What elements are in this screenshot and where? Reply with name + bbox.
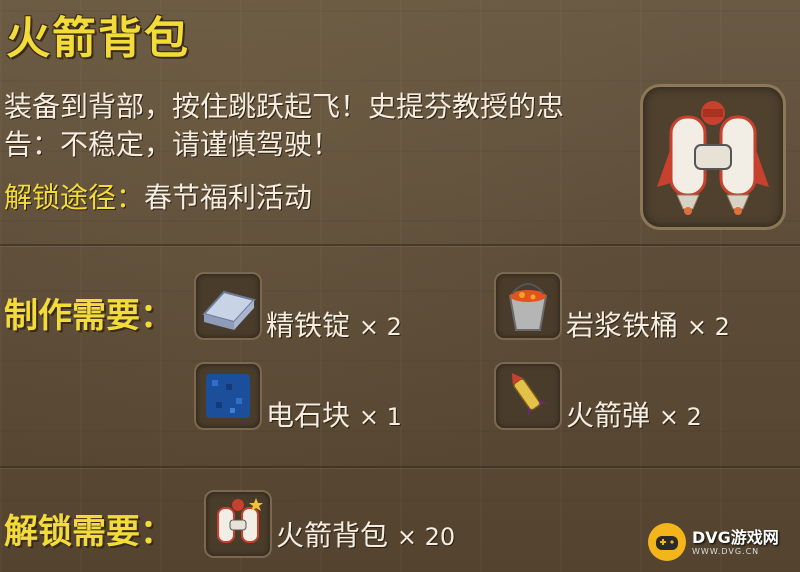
item-detail-panel: 火箭背包 装备到背部，按住跳跃起飞！史提芬教授的忠告：不稳定，请谨慎驾驶！ 解锁… <box>0 0 800 572</box>
iron-ingot-icon[interactable] <box>194 272 262 340</box>
watermark-text: DVG游戏网 <box>692 527 779 547</box>
carbide-block-icon[interactable] <box>194 362 262 430</box>
rocket-backpack-icon[interactable] <box>204 490 272 558</box>
divider <box>0 466 800 468</box>
item-title: 火箭背包 <box>6 13 190 64</box>
lava-bucket-icon[interactable] <box>494 272 562 340</box>
unlock-path-value: 春节福利活动 <box>144 181 313 214</box>
watermark-sub: WWW.DVG.CN <box>692 546 760 556</box>
material-name: 岩浆铁桶 × 2 <box>566 309 730 342</box>
unlock-label: 解锁需要： <box>4 512 174 552</box>
item-description: 装备到背部，按住跳跃起飞！史提芬教授的忠告：不稳定，请谨慎驾驶！ <box>4 90 565 161</box>
crafting-label: 制作需要： <box>4 296 174 336</box>
material-name: 电石块 × 1 <box>266 399 402 432</box>
material-name: 精铁锭 × 2 <box>266 309 402 342</box>
rocket-shell-icon[interactable] <box>494 362 562 430</box>
divider <box>0 244 800 246</box>
gamepad-icon <box>648 523 686 561</box>
unlock-item-name: 火箭背包 × 20 <box>276 519 456 552</box>
watermark: DVG游戏网 WWW.DVG.CN <box>648 520 798 564</box>
unlock-path-label: 解锁途径： <box>4 181 145 214</box>
rocket-backpack-icon <box>640 84 786 230</box>
material-name: 火箭弹 × 2 <box>566 399 702 432</box>
unlock-path: 解锁途径：春节福利活动 <box>4 176 312 216</box>
